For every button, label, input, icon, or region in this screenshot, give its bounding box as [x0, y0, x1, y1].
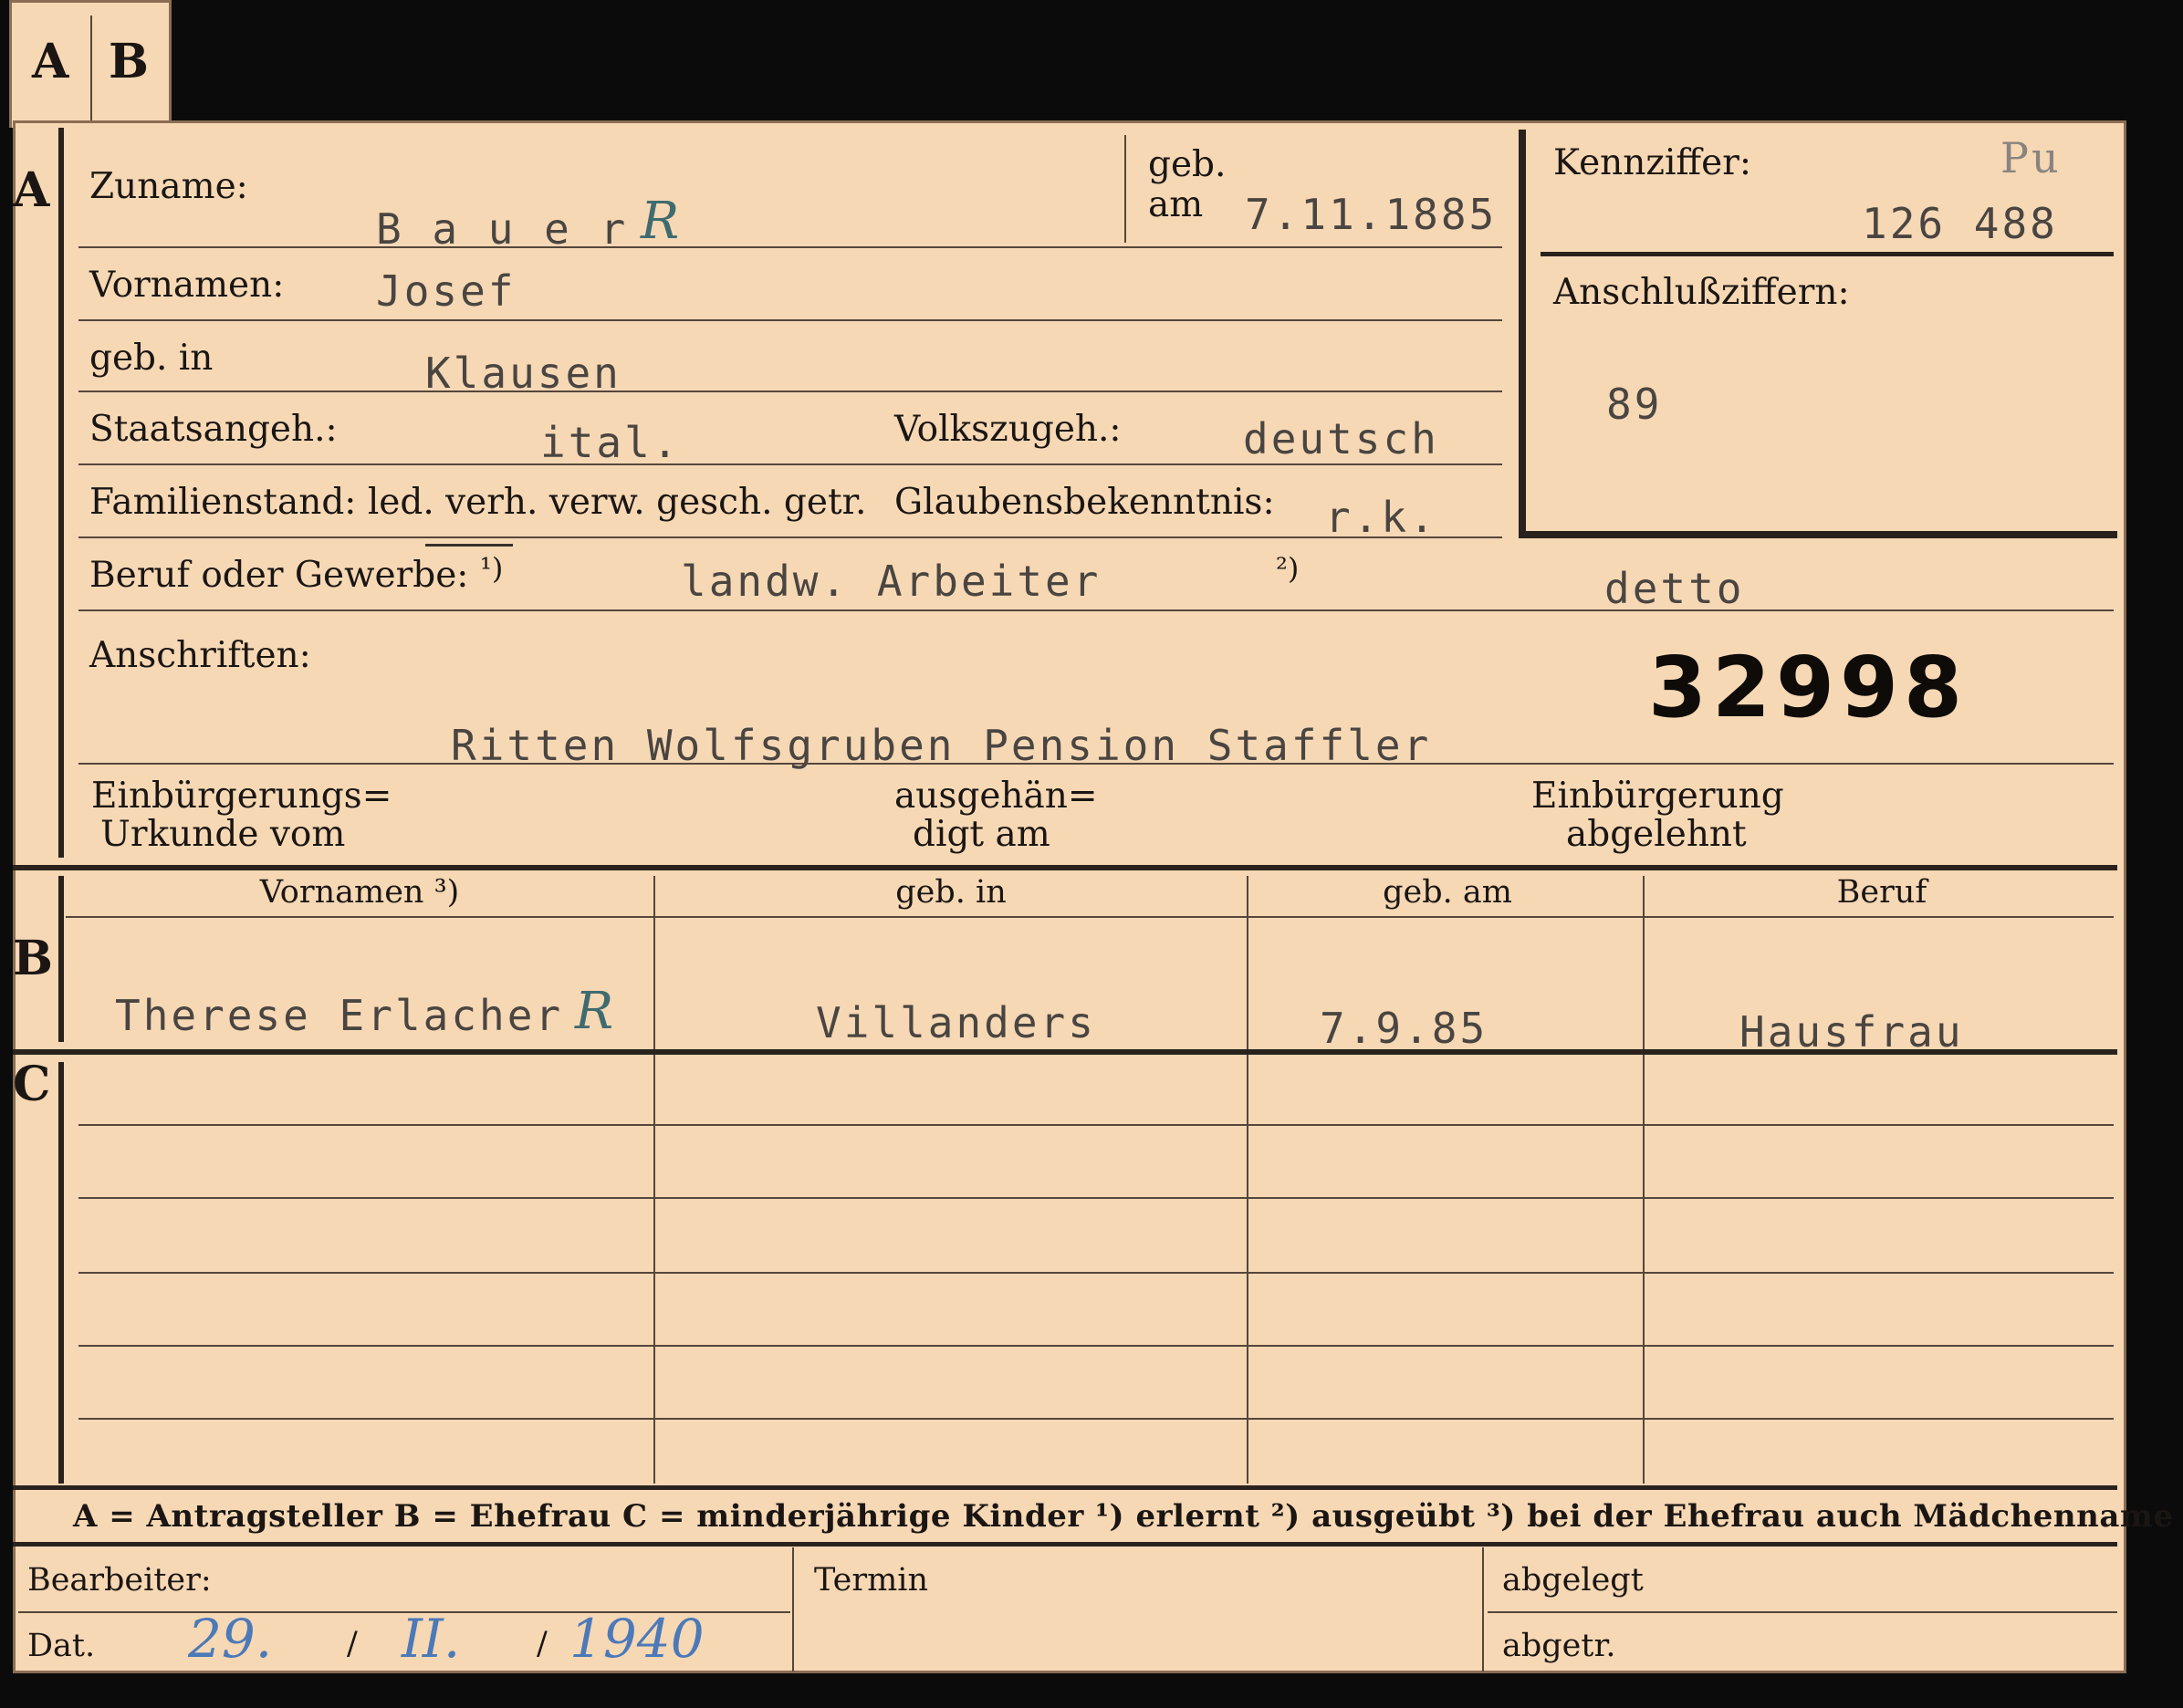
birthplace-underline [78, 391, 1502, 392]
children-row-line-1 [78, 1124, 2114, 1126]
section-b-bottom-rule [13, 1049, 2117, 1055]
section-a-marker: A [13, 162, 50, 218]
occupation-label: Beruf oder Gewerbe: [89, 555, 469, 596]
section-a-bottom-rule [13, 865, 2117, 870]
legend-text: A = Antragsteller B = Ehefrau C = minder… [73, 1498, 2174, 1535]
table-header-birthplace: geb. in [895, 874, 1007, 911]
tab-divider [90, 16, 92, 125]
marital-status-underline [78, 536, 1502, 538]
religion-value: r.k. [1325, 493, 1437, 542]
surname-label: Zuname: [89, 166, 248, 207]
section-b-marker: B [13, 931, 53, 986]
legend-top-rule [13, 1485, 2117, 1490]
surname-check-mark: R [641, 192, 680, 251]
occupation-footnote-1: ¹) [480, 551, 504, 586]
processor-label: Bearbeiter: [27, 1562, 212, 1599]
kennziffer-box [1519, 130, 2117, 538]
table-header-occupation: Beruf [1836, 874, 1927, 911]
ethnicity-value: deutsch [1243, 414, 1439, 463]
date-month: II. [402, 1608, 461, 1670]
naturalization-cert-label-1: Einbürgerungs= [91, 776, 392, 817]
addresses-label: Anschriften: [89, 635, 311, 676]
spouse-birthdate: 7.9.85 [1320, 1004, 1488, 1053]
table-header-given-names: Vornamen ³) [259, 874, 460, 911]
tab-a-b: A B [9, 0, 172, 128]
deadline-label: Termin [814, 1562, 928, 1599]
spouse-check-mark: R [575, 982, 614, 1041]
marital-status-mark [425, 544, 513, 547]
date-sep-2: / [537, 1626, 548, 1662]
anschlussziffern-label: Anschlußziffern: [1553, 272, 1850, 313]
left-bar-b [58, 876, 64, 1042]
occupation-practiced-value: detto [1604, 564, 1745, 613]
given-names-value: Josef [376, 266, 517, 316]
spouse-given-names: Therese Erlacher [115, 991, 564, 1040]
removed-label: abgetr. [1502, 1628, 1616, 1664]
kennziffer-value: 126 488 [1862, 199, 2058, 248]
ethnicity-label: Volkszugeh.: [894, 409, 1122, 450]
naturalization-cert-label-2: Urkunde vom [100, 814, 346, 855]
surname-underline [78, 246, 1502, 248]
card-number: 32998 [1648, 639, 1969, 736]
footer-divider-2 [1482, 1547, 1484, 1672]
given-names-label: Vornamen: [89, 265, 285, 306]
tab-a-label: A [32, 34, 69, 89]
handed-over-label-1: ausgehän= [894, 776, 1098, 817]
citizenship-label: Staatsangeh.: [89, 409, 338, 450]
naturalization-refused-label-1: Einbürgerung [1531, 776, 1784, 817]
footer-divider-1 [792, 1547, 794, 1672]
address-underline [78, 763, 2114, 765]
table-col-line-2 [1247, 876, 1248, 1484]
birthplace-label: geb. in [89, 338, 214, 379]
marital-status-label: Familienstand: led. verh. verw. gesch. g… [89, 482, 867, 523]
spouse-birthplace: Villanders [816, 998, 1096, 1047]
table-header-underline [66, 916, 2114, 918]
religion-label: Glaubensbekenntnis: [894, 482, 1275, 523]
section-c-marker: C [13, 1057, 51, 1112]
filed-label: abgelegt [1502, 1562, 1644, 1599]
occupation-learned-value: landw. Arbeiter [681, 557, 1102, 606]
birthdate-divider [1124, 135, 1126, 243]
children-row-line-4 [78, 1345, 2114, 1347]
children-row-line-2 [78, 1197, 2114, 1199]
occupation-footnote-2: ²) [1276, 551, 1300, 586]
kennziffer-divider [1541, 252, 2114, 256]
table-header-birthdate: geb. am [1383, 874, 1512, 911]
birthdate-label-geb: geb. [1148, 144, 1227, 185]
left-bar-a [58, 128, 64, 858]
legend-bottom-rule [13, 1542, 2117, 1547]
naturalization-refused-label-2: abgelehnt [1566, 814, 1747, 855]
kennziffer-code: Pu [2000, 133, 2062, 182]
tab-b-label: B [109, 34, 149, 89]
date-sep-1: / [347, 1626, 358, 1662]
date-day: 29. [188, 1608, 273, 1670]
left-bar-c [58, 1062, 64, 1484]
date-year: 1940 [569, 1608, 705, 1670]
given-names-underline [78, 319, 1502, 321]
date-label: Dat. [27, 1628, 96, 1664]
birthdate-label-am: am [1148, 184, 1204, 225]
children-row-line-3 [78, 1272, 2114, 1274]
footer-mid-line-right [1488, 1611, 2117, 1613]
children-row-line-5 [78, 1418, 2114, 1420]
occupation-underline [78, 609, 2114, 611]
birthdate-value: 7.11.1885 [1245, 190, 1498, 239]
table-col-line-3 [1643, 876, 1645, 1484]
table-col-line-1 [653, 876, 655, 1484]
anschlussziffern-value: 89 [1606, 380, 1663, 429]
kennziffer-label: Kennziffer: [1553, 142, 1751, 183]
citizenship-value: ital. [540, 418, 681, 467]
handed-over-label-2: digt am [913, 814, 1050, 855]
citizenship-underline [78, 463, 1502, 465]
